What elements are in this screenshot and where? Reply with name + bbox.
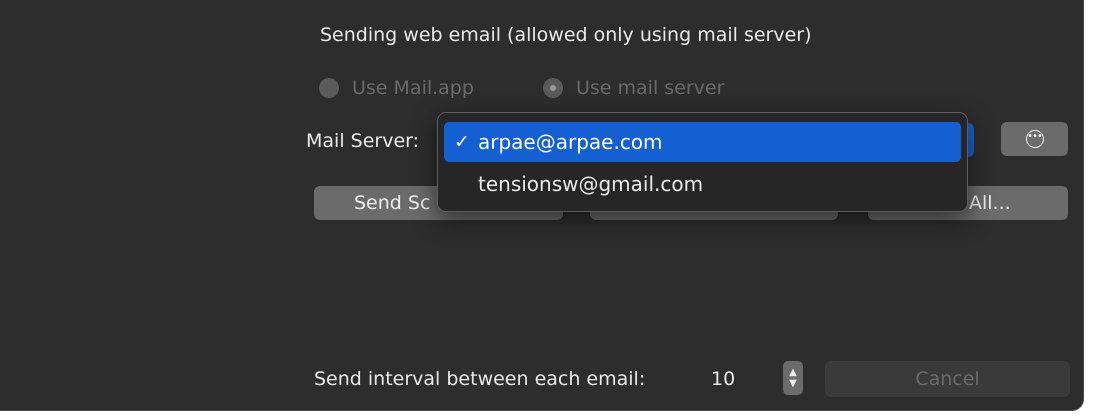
menu-item-label: arpae@arpae.com xyxy=(478,130,663,154)
interval-stepper[interactable]: ▲ ▼ xyxy=(783,361,803,395)
radio-button-icon xyxy=(319,78,339,98)
checkmark-icon: ✓ xyxy=(454,131,470,153)
radio-label-use-mail-server: Use mail server xyxy=(576,77,725,99)
select-all-button-label: All... xyxy=(969,192,1011,214)
chevron-up-icon[interactable]: ▲ xyxy=(789,367,797,378)
chevron-down-icon[interactable]: ▼ xyxy=(789,378,797,389)
menu-item-arpae[interactable]: ✓ arpae@arpae.com xyxy=(444,122,961,162)
menu-item-tensionsw[interactable]: tensionsw@gmail.com xyxy=(444,164,961,204)
ellipsis-circle-icon: ••• xyxy=(1025,130,1044,148)
menu-item-label: tensionsw@gmail.com xyxy=(478,172,704,196)
mail-server-label: Mail Server: xyxy=(306,130,420,152)
radio-use-mail-app[interactable]: Use Mail.app xyxy=(319,76,474,100)
settings-window: Sending web email (allowed only using ma… xyxy=(0,0,1084,411)
interval-label: Send interval between each email: xyxy=(314,368,646,390)
mail-server-dropdown-menu: ✓ arpae@arpae.com tensionsw@gmail.com xyxy=(437,112,968,212)
interval-value[interactable]: 10 xyxy=(711,368,735,390)
cancel-button-label: Cancel xyxy=(915,368,980,390)
radio-button-selected-icon xyxy=(543,78,563,98)
section-title: Sending web email (allowed only using ma… xyxy=(320,24,812,46)
more-options-button[interactable]: ••• xyxy=(1001,122,1068,156)
cancel-button[interactable]: Cancel xyxy=(825,361,1070,397)
send-test-button-label: Send Sc xyxy=(354,192,431,214)
radio-use-mail-server[interactable]: Use mail server xyxy=(543,76,724,100)
radio-label-use-mail-app: Use Mail.app xyxy=(352,77,474,99)
